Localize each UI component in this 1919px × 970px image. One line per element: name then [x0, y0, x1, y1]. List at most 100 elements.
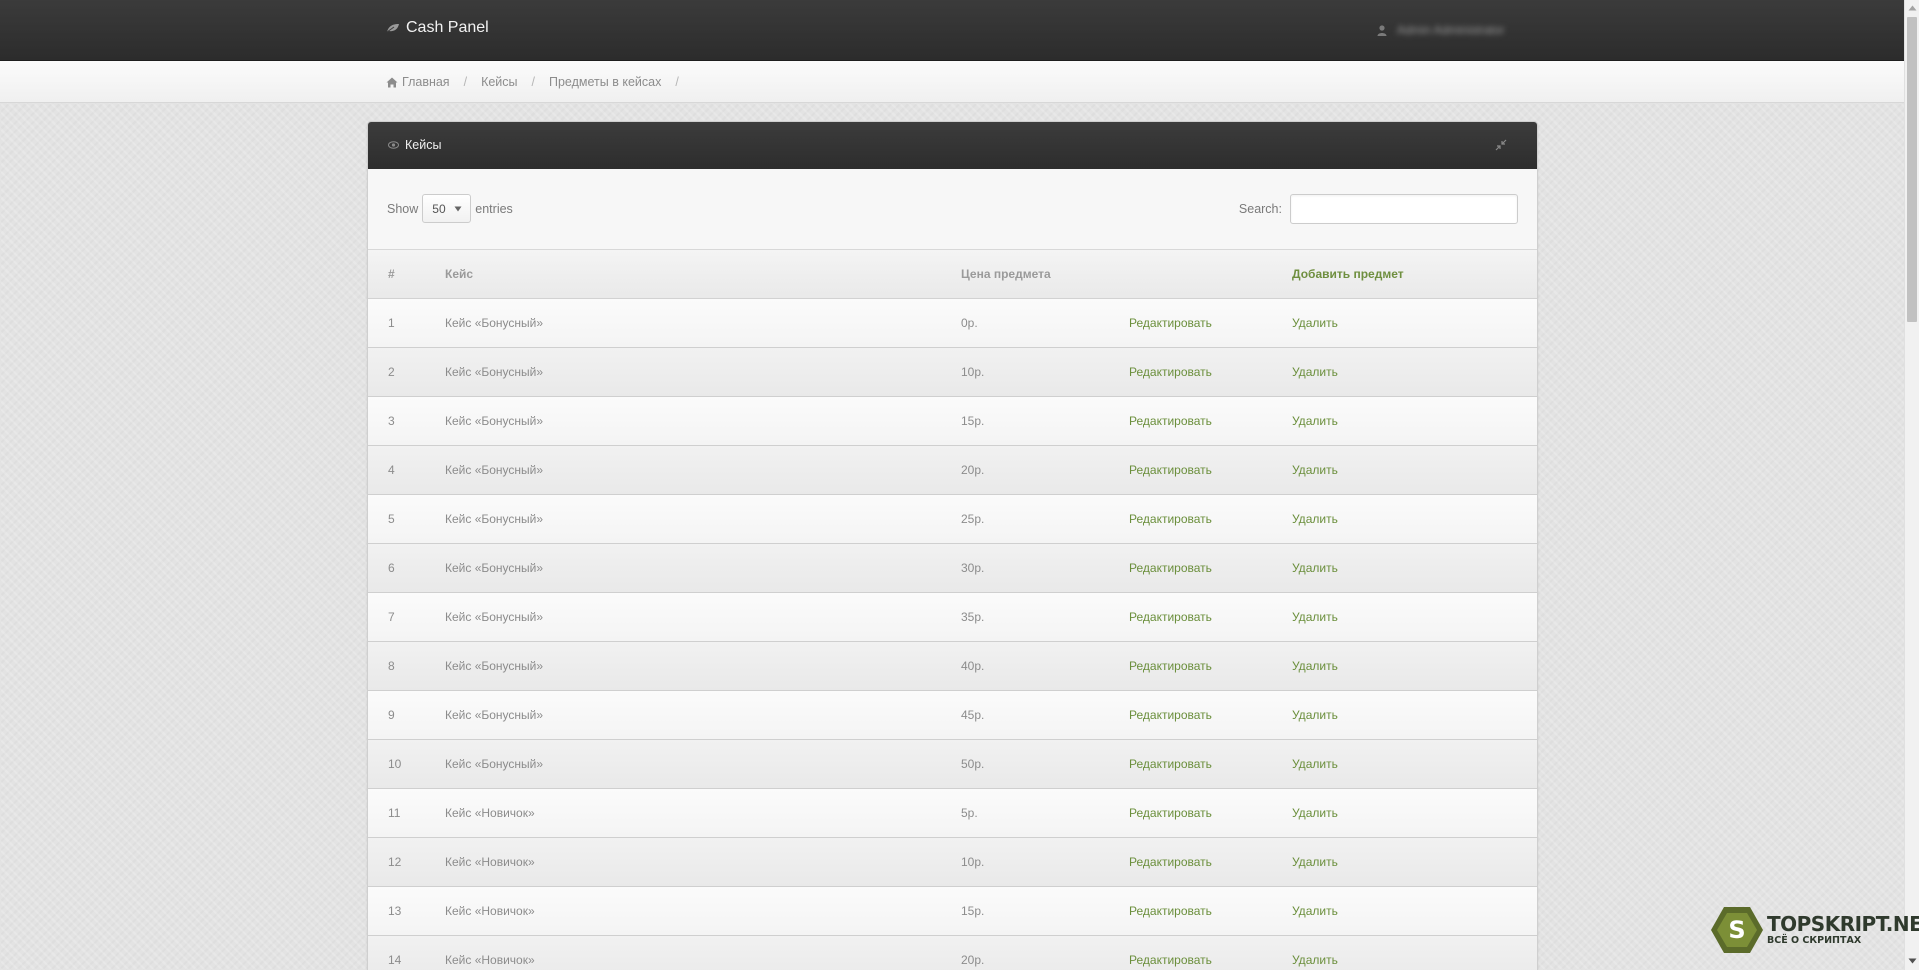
- delete-link[interactable]: Удалить: [1292, 691, 1537, 740]
- row-id: 8: [388, 659, 395, 673]
- row-price: 5р.: [961, 806, 978, 820]
- scrollbar-thumb[interactable]: [1907, 17, 1917, 322]
- case-items-table: # Кейс Цена предмета Добавить предмет 1 К…: [368, 249, 1537, 970]
- table-row: 4 Кейс «Бонусный» 20р. Редактировать Удалить: [368, 445, 1537, 495]
- delete-link[interactable]: Удалить: [1292, 789, 1537, 838]
- watermark-title: TOPSKRIPT.NET: [1767, 912, 1919, 937]
- col-case-header[interactable]: Кейс: [445, 249, 961, 299]
- table-row: 14 Кейс «Новичок» 20р. Редактировать Удалить: [368, 935, 1537, 970]
- delete-link[interactable]: Удалить: [1292, 593, 1537, 642]
- collapse-icon[interactable]: [1495, 139, 1507, 151]
- scroll-up-icon[interactable]: [1908, 5, 1917, 11]
- delete-link[interactable]: Удалить: [1292, 299, 1537, 348]
- edit-link[interactable]: Редактировать: [1129, 446, 1292, 495]
- hexagon-logo-icon: S: [1711, 907, 1763, 953]
- row-price: 15р.: [961, 414, 985, 428]
- row-case-name: Кейс «Новичок»: [445, 855, 535, 869]
- brand-link[interactable]: Cash Panel: [386, 19, 489, 37]
- breadcrumb-separator: /: [675, 75, 679, 89]
- edit-link[interactable]: Редактировать: [1129, 936, 1292, 970]
- row-id: 6: [388, 561, 395, 575]
- delete-link[interactable]: Удалить: [1292, 348, 1537, 397]
- row-case-name: Кейс «Бонусный»: [445, 463, 544, 477]
- breadcrumb-bar: Главная / Кейсы / Предметы в кейсах /: [0, 61, 1904, 103]
- row-id: 10: [388, 757, 402, 771]
- add-item-link[interactable]: Добавить предмет: [1292, 249, 1537, 299]
- edit-link[interactable]: Редактировать: [1129, 691, 1292, 740]
- breadcrumb-cases[interactable]: Кейсы: [481, 75, 517, 89]
- breadcrumb-case-items[interactable]: Предметы в кейсах: [549, 75, 661, 89]
- row-price: 10р.: [961, 365, 985, 379]
- edit-link[interactable]: Редактировать: [1129, 789, 1292, 838]
- user-menu[interactable]: Admin Administrator: [1377, 23, 1504, 37]
- row-id: 3: [388, 414, 395, 428]
- table-header-row: # Кейс Цена предмета Добавить предмет: [368, 249, 1537, 299]
- row-id: 14: [388, 953, 402, 967]
- user-icon: [1377, 24, 1387, 36]
- delete-link[interactable]: Удалить: [1292, 397, 1537, 446]
- col-id-header[interactable]: #: [368, 249, 445, 299]
- edit-link[interactable]: Редактировать: [1129, 544, 1292, 593]
- row-price: 0р.: [961, 316, 978, 330]
- entries-select[interactable]: 50: [422, 194, 472, 223]
- breadcrumb-home[interactable]: Главная: [402, 75, 450, 89]
- row-price: 35р.: [961, 610, 985, 624]
- table-row: 6 Кейс «Бонусный» 30р. Редактировать Удалить: [368, 543, 1537, 593]
- edit-link[interactable]: Редактировать: [1129, 887, 1292, 936]
- table-row: 9 Кейс «Бонусный» 45р. Редактировать Удалить: [368, 690, 1537, 740]
- topskript-watermark: S TOPSKRIPT.NET ВСЁ О СКРИПТАХ: [1710, 905, 1919, 955]
- table-row: 11 Кейс «Новичок» 5р. Редактировать Удалить: [368, 788, 1537, 838]
- search-input[interactable]: [1290, 194, 1518, 224]
- row-price: 50р.: [961, 757, 985, 771]
- cases-panel: Кейсы Show 50 entries Search: # Кейс Цен…: [367, 121, 1538, 970]
- row-case-name: Кейс «Новичок»: [445, 806, 535, 820]
- row-price: 20р.: [961, 463, 985, 477]
- edit-link[interactable]: Редактировать: [1129, 838, 1292, 887]
- breadcrumb: Главная / Кейсы / Предметы в кейсах /: [386, 75, 693, 89]
- row-case-name: Кейс «Бонусный»: [445, 414, 544, 428]
- row-id: 5: [388, 512, 395, 526]
- col-price-header[interactable]: Цена предмета: [961, 249, 1129, 299]
- table-row: 2 Кейс «Бонусный» 10р. Редактировать Удалить: [368, 347, 1537, 397]
- breadcrumb-separator: /: [463, 75, 468, 89]
- col-edit-header: [1129, 249, 1292, 299]
- edit-link[interactable]: Редактировать: [1129, 642, 1292, 691]
- delete-link[interactable]: Удалить: [1292, 544, 1537, 593]
- edit-link[interactable]: Редактировать: [1129, 397, 1292, 446]
- row-price: 45р.: [961, 708, 985, 722]
- table-row: 5 Кейс «Бонусный» 25р. Редактировать Удалить: [368, 494, 1537, 544]
- row-id: 12: [388, 855, 402, 869]
- edit-link[interactable]: Редактировать: [1129, 593, 1292, 642]
- row-case-name: Кейс «Бонусный»: [445, 512, 544, 526]
- brand-title: Cash Panel: [406, 19, 489, 36]
- row-price: 10р.: [961, 855, 985, 869]
- delete-link[interactable]: Удалить: [1292, 642, 1537, 691]
- scroll-down-icon[interactable]: [1908, 958, 1917, 964]
- delete-link[interactable]: Удалить: [1292, 495, 1537, 544]
- edit-link[interactable]: Редактировать: [1129, 299, 1292, 348]
- home-icon: [386, 77, 398, 87]
- entries-value: 50: [432, 202, 446, 216]
- row-case-name: Кейс «Бонусный»: [445, 610, 544, 624]
- show-label: Show: [387, 201, 419, 216]
- watermark-subtitle: ВСЁ О СКРИПТАХ: [1767, 935, 1862, 947]
- delete-link[interactable]: Удалить: [1292, 936, 1537, 970]
- row-id: 1: [388, 316, 395, 330]
- eye-icon: [388, 141, 399, 149]
- edit-link[interactable]: Редактировать: [1129, 740, 1292, 789]
- delete-link[interactable]: Удалить: [1292, 887, 1537, 936]
- entries-length: Show 50 entries: [387, 194, 513, 223]
- page-scrollbar[interactable]: [1904, 0, 1919, 970]
- panel-title: Кейсы: [405, 138, 442, 152]
- caret-down-icon: [454, 206, 462, 212]
- row-price: 30р.: [961, 561, 985, 575]
- row-case-name: Кейс «Бонусный»: [445, 757, 544, 771]
- delete-link[interactable]: Удалить: [1292, 838, 1537, 887]
- row-id: 4: [388, 463, 395, 477]
- delete-link[interactable]: Удалить: [1292, 446, 1537, 495]
- delete-link[interactable]: Удалить: [1292, 740, 1537, 789]
- panel-header: Кейсы: [368, 122, 1537, 169]
- edit-link[interactable]: Редактировать: [1129, 348, 1292, 397]
- edit-link[interactable]: Редактировать: [1129, 495, 1292, 544]
- row-case-name: Кейс «Новичок»: [445, 904, 535, 918]
